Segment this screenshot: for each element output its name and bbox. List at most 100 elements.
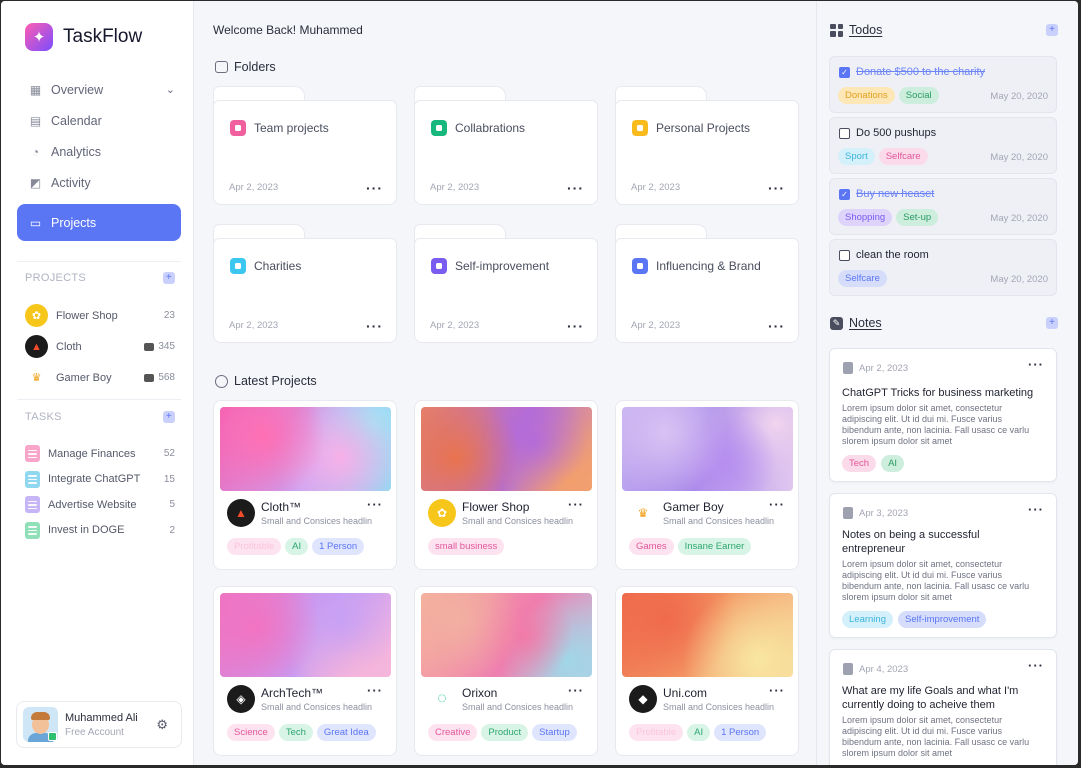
tag[interactable]: Selfcare <box>838 270 887 287</box>
user-card[interactable]: Muhammed Ali Free Account ⚙ <box>16 701 182 748</box>
project-card[interactable]: ✿ Flower Shop Small and Consices headlin… <box>414 400 598 570</box>
tag[interactable]: Learning <box>842 611 893 628</box>
add-project-button[interactable]: + <box>163 272 175 284</box>
folder-card[interactable]: Charities Apr 2, 2023 ··· <box>213 224 397 343</box>
tag[interactable]: Great Idea <box>316 724 376 741</box>
more-icon[interactable]: ··· <box>568 497 584 512</box>
folder-card[interactable]: Personal Projects Apr 2, 2023 ··· <box>615 86 799 205</box>
nav-item-activity[interactable]: ◩ Activity <box>17 167 181 198</box>
tag[interactable]: Startup <box>532 724 577 741</box>
pencil-icon: ✎ <box>830 316 843 330</box>
project-card[interactable]: ◆ Uni.com Small and Consices headlin ···… <box>615 586 799 756</box>
nav-item-overview[interactable]: ▦ Overview ⌄ <box>17 74 181 105</box>
project-card[interactable]: ♛ Gamer Boy Small and Consices headlin ·… <box>615 400 799 570</box>
note-card[interactable]: Apr 2, 2023 ··· ChatGPT Tricks for busin… <box>829 348 1057 482</box>
more-icon[interactable]: ··· <box>367 683 383 698</box>
more-icon[interactable]: ··· <box>568 683 584 698</box>
folder-card[interactable]: Self-improvement Apr 2, 2023 ··· <box>414 224 598 343</box>
add-todo-button[interactable]: + <box>1046 24 1058 36</box>
more-icon[interactable]: ··· <box>366 318 383 334</box>
task-item[interactable]: Invest in DOGE 2 <box>25 518 175 544</box>
cloth-logo-icon: ▲ <box>25 335 48 358</box>
todo-text: Buy new heaset <box>856 188 935 200</box>
tag[interactable]: Tech <box>278 724 313 741</box>
tag[interactable]: Self-improvement <box>897 611 987 628</box>
more-icon[interactable]: ··· <box>366 180 383 196</box>
nav-item-analytics[interactable]: ◔ Analytics <box>17 136 181 167</box>
activity-icon: ◩ <box>29 175 42 190</box>
tag[interactable]: AI <box>881 455 905 472</box>
todos-title[interactable]: Todos <box>849 23 882 37</box>
tag[interactable]: Set-up <box>896 209 939 226</box>
folder-card[interactable]: Influencing & Brand Apr 2, 2023 ··· <box>615 224 799 343</box>
more-icon[interactable]: ··· <box>768 180 785 196</box>
checkbox[interactable]: ✓ <box>839 189 850 200</box>
more-icon[interactable]: ··· <box>768 318 785 334</box>
tag[interactable]: Social <box>898 87 939 104</box>
project-card[interactable]: ◌ Orixon Small and Consices headlin ··· … <box>414 586 598 756</box>
project-subtitle: Small and Consices headlin <box>462 702 574 712</box>
task-item[interactable]: Advertise Website 5 <box>25 492 175 518</box>
add-note-button[interactable]: + <box>1046 317 1058 329</box>
divider <box>17 399 181 400</box>
gear-icon[interactable]: ⚙ <box>156 717 168 733</box>
folder-card[interactable]: Collabrations Apr 2, 2023 ··· <box>414 86 598 205</box>
tag[interactable]: Shopping <box>838 209 893 226</box>
projects-section-header: PROJECTS + <box>25 272 175 284</box>
tag[interactable]: AI <box>285 538 309 555</box>
project-card[interactable]: ▲ Cloth™ Small and Consices headlin ··· … <box>213 400 397 570</box>
nav-item-projects[interactable]: ▭ Projects <box>17 204 181 241</box>
more-icon[interactable]: ··· <box>769 497 785 512</box>
project-item-cloth[interactable]: ▲ Cloth 345 <box>25 331 175 362</box>
tag[interactable]: Sport <box>838 148 875 165</box>
tag[interactable]: Science <box>227 724 275 741</box>
add-task-button[interactable]: + <box>163 411 175 423</box>
folder-icon: ▭ <box>29 215 42 230</box>
tag[interactable]: Selfcare <box>878 148 928 165</box>
todo-item[interactable]: Do 500 pushups Sport Selfcare May 20, 20… <box>829 117 1057 174</box>
tag[interactable]: Games <box>629 538 674 555</box>
checkbox[interactable] <box>839 250 850 261</box>
more-icon[interactable]: ··· <box>567 180 584 196</box>
checkbox[interactable]: ✓ <box>839 67 850 78</box>
tag[interactable]: AI <box>687 724 711 741</box>
todo-item[interactable]: ✓ Buy new heaset Shopping Set-up May 20,… <box>829 178 1057 235</box>
nav-item-calendar[interactable]: ▤ Calendar <box>17 105 181 136</box>
tag[interactable]: Product <box>481 724 529 741</box>
todo-date: May 20, 2020 <box>990 213 1048 224</box>
tag[interactable]: 1 Person <box>312 538 365 555</box>
notes-title[interactable]: Notes <box>849 316 882 330</box>
project-name: Flower Shop <box>462 500 530 514</box>
tag[interactable]: small business <box>428 538 505 555</box>
logo[interactable]: ✦ TaskFlow <box>25 23 142 51</box>
task-item[interactable]: Manage Finances 52 <box>25 441 175 467</box>
tag[interactable]: Profitable <box>227 538 282 555</box>
note-card[interactable]: Apr 3, 2023 ··· Notes on being a success… <box>829 493 1057 638</box>
more-icon[interactable]: ··· <box>1028 658 1044 673</box>
task-item[interactable]: Integrate ChatGPT 15 <box>25 467 175 493</box>
notes-header: ✎ Notes + <box>830 316 1058 330</box>
tag[interactable]: Tech <box>842 455 877 472</box>
tag[interactable]: Insane Earner <box>677 538 752 555</box>
more-icon[interactable]: ··· <box>769 683 785 698</box>
todo-item[interactable]: ✓ Donate $500 to the charity Donations S… <box>829 56 1057 113</box>
more-icon[interactable]: ··· <box>567 318 584 334</box>
tag[interactable]: Donations <box>838 87 895 104</box>
tag[interactable]: Profitable <box>629 724 684 741</box>
right-panel: Todos + ✓ Donate $500 to the charity Don… <box>816 1 1078 765</box>
tag[interactable]: 1 Person <box>714 724 767 741</box>
more-icon[interactable]: ··· <box>1028 502 1044 517</box>
chevron-down-icon[interactable]: ⌄ <box>166 83 175 96</box>
project-item-gamer-boy[interactable]: ♛ Gamer Boy 568 <box>25 362 175 393</box>
checkbox[interactable] <box>839 128 850 139</box>
more-icon[interactable]: ··· <box>367 497 383 512</box>
note-card[interactable]: Apr 4, 2023 ··· What are my life Goals a… <box>829 649 1057 765</box>
folder-date: Apr 2, 2023 <box>229 182 279 193</box>
todo-item[interactable]: clean the room Selfcare May 20, 2020 <box>829 239 1057 296</box>
project-card[interactable]: ◈ ArchTech™ Small and Consices headlin ·… <box>213 586 397 756</box>
section-label: Latest Projects <box>234 374 317 388</box>
project-item-flower-shop[interactable]: ✿ Flower Shop 23 <box>25 300 175 331</box>
folder-card[interactable]: Team projects Apr 2, 2023 ··· <box>213 86 397 205</box>
more-icon[interactable]: ··· <box>1028 357 1044 372</box>
tag[interactable]: Creative <box>428 724 478 741</box>
